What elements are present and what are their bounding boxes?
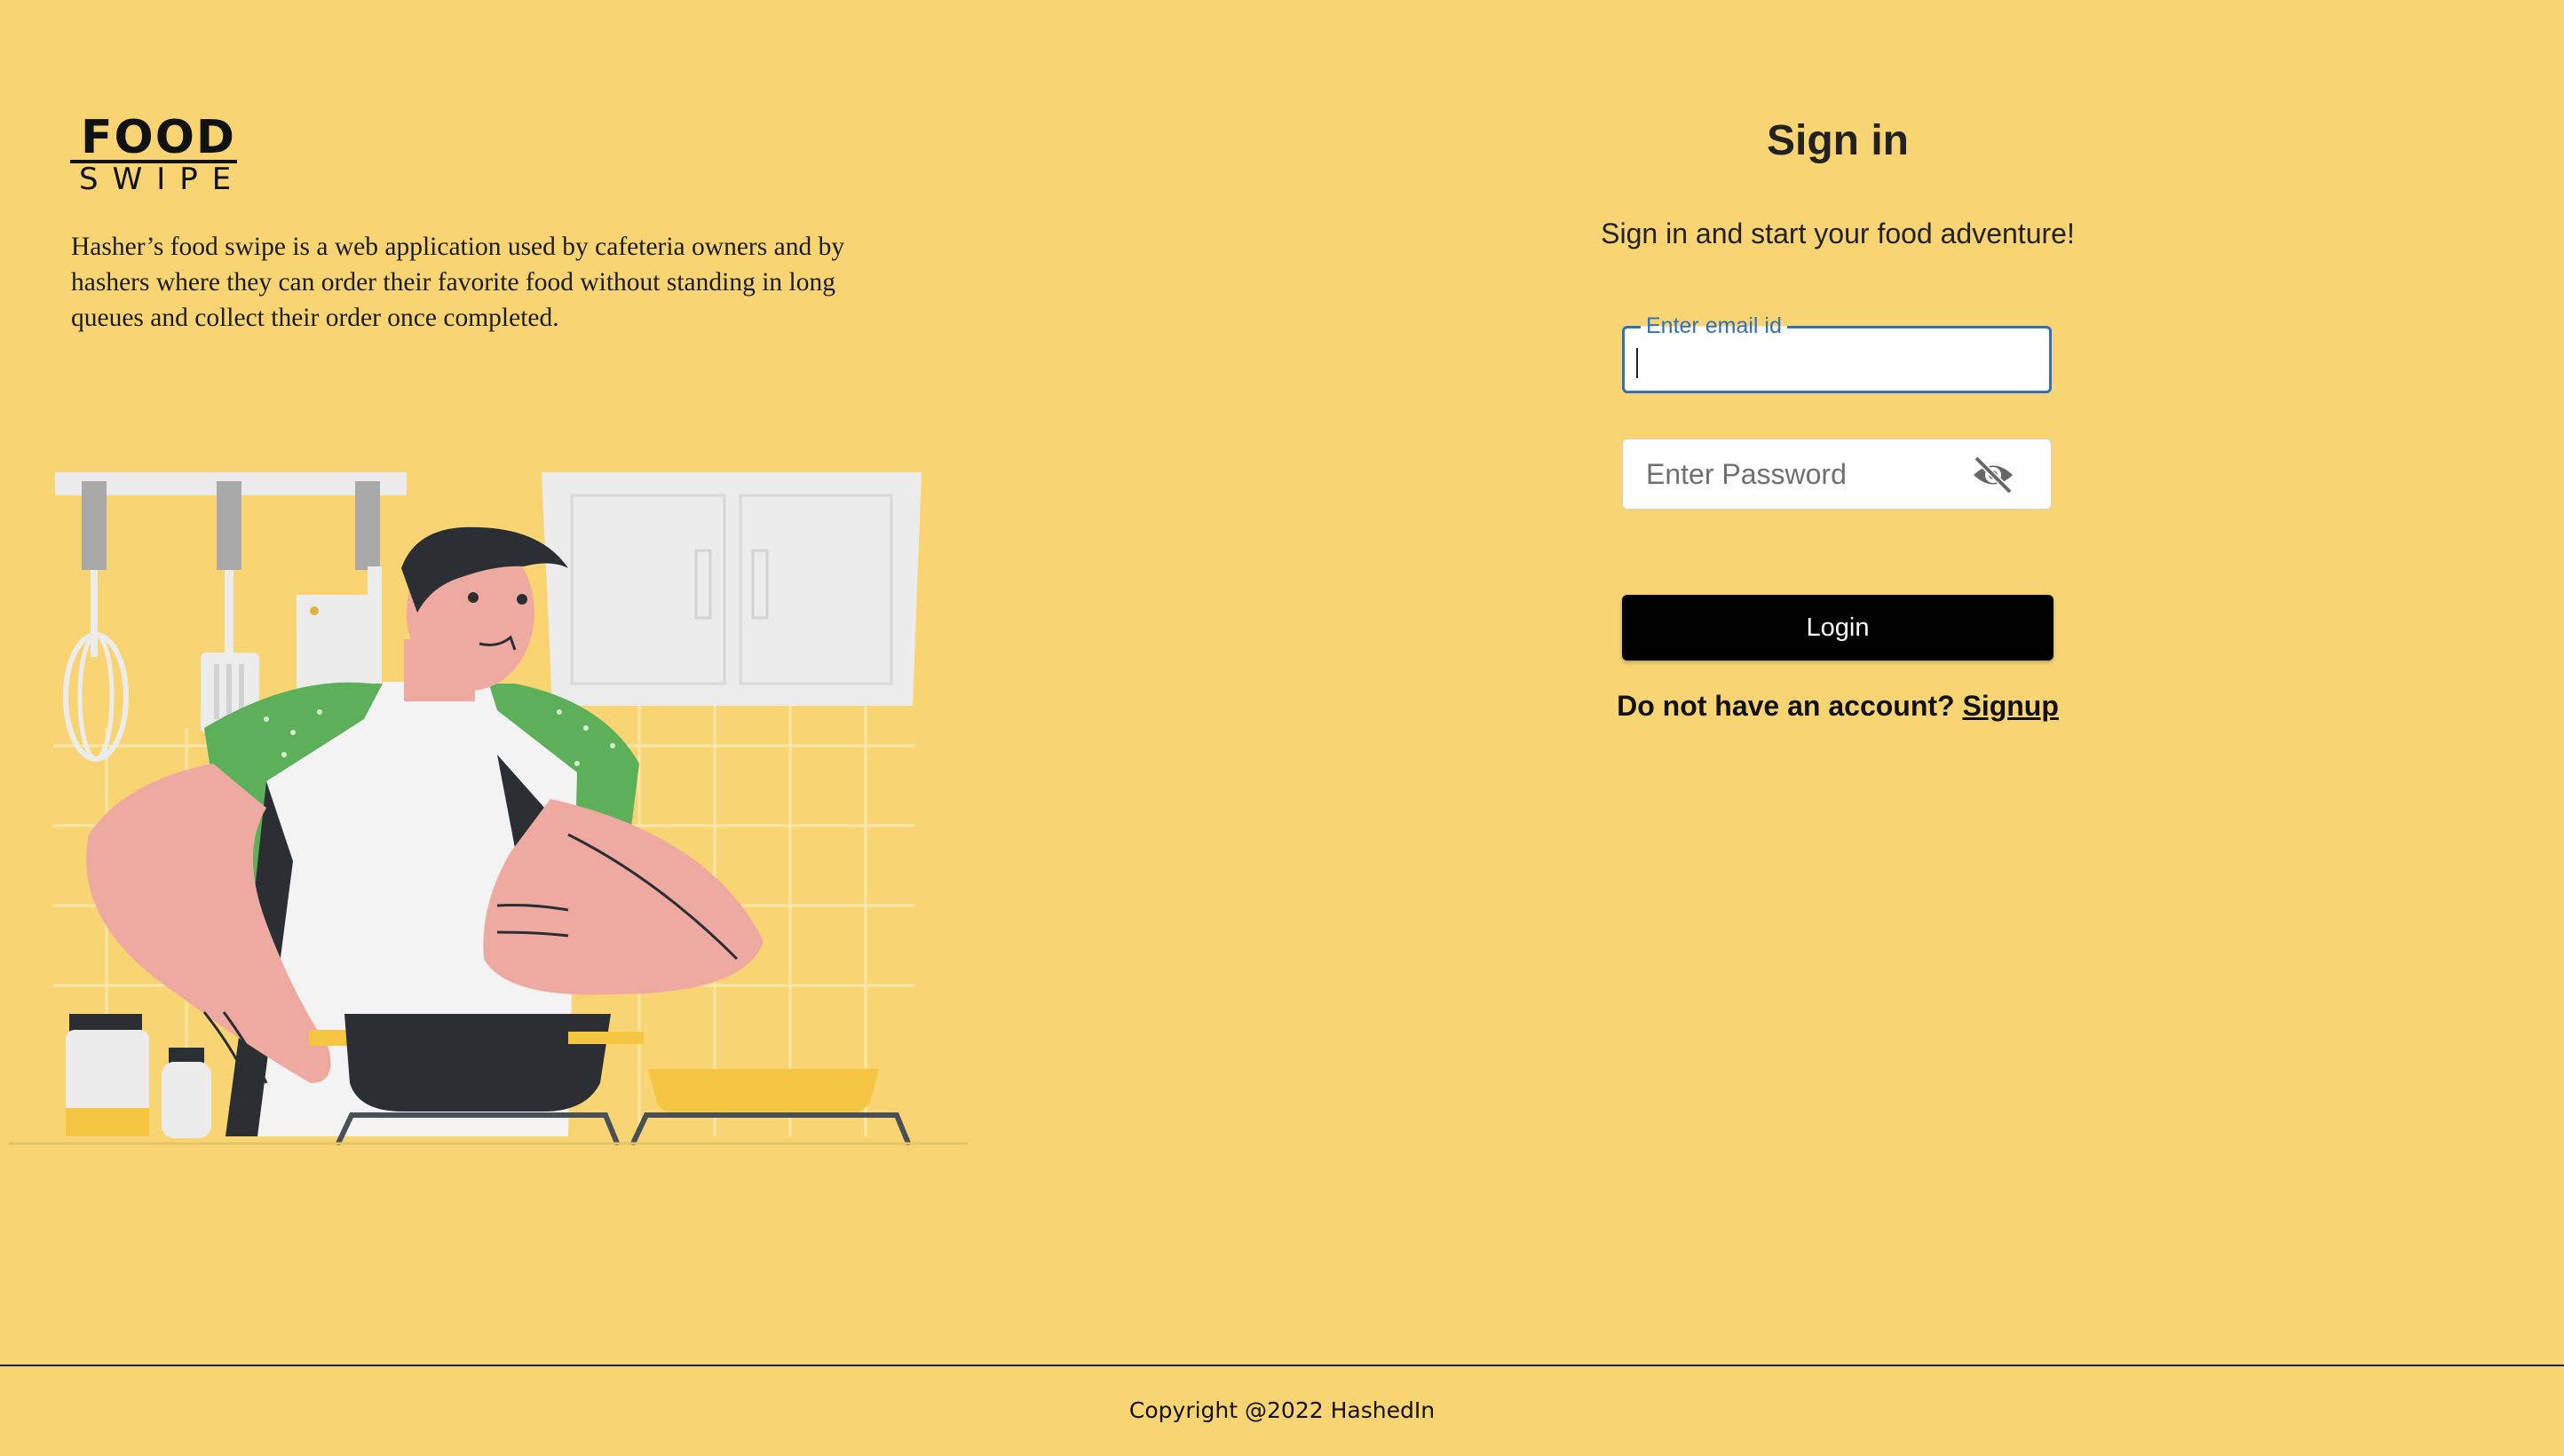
signin-subtitle: Sign in and start your food adventure! <box>1601 218 2075 249</box>
chef-cooking-illustration <box>9 472 968 1145</box>
intro-description: Hasher’s food swipe is a web application… <box>71 233 845 332</box>
signup-link[interactable]: Signup <box>1962 690 2058 722</box>
eye-off-icon[interactable] <box>1971 455 2015 495</box>
signin-title: Sign in <box>1767 117 1909 164</box>
signup-prompt: Do not have an account? <box>1617 690 1955 722</box>
brand-logo: FOOD SWIPE <box>70 114 241 195</box>
email-field-label: Enter email id <box>1641 311 1787 341</box>
login-button[interactable]: Login <box>1622 595 2054 661</box>
email-field[interactable]: Enter email id <box>1622 311 2052 393</box>
footer-divider <box>0 1365 2564 1366</box>
footer-copyright: Copyright @2022 HashedIn <box>1128 1397 1436 1423</box>
logo-food-text: FOOD <box>81 111 237 164</box>
signup-prompt-line: Do not have an account? Signup <box>1483 687 2193 724</box>
password-input[interactable] <box>1646 439 1966 509</box>
password-field[interactable] <box>1622 439 2052 510</box>
logo-swipe-text: SWIPE <box>79 162 246 197</box>
text-cursor <box>1636 348 1638 378</box>
